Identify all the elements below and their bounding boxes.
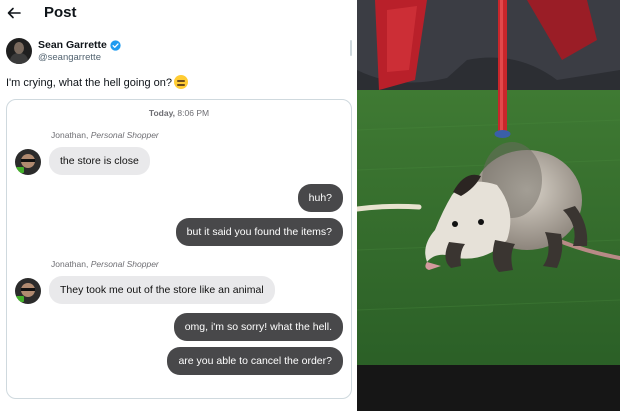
page-title: Post — [44, 4, 77, 21]
sender-label: Jonathan, Personal Shopper — [51, 259, 159, 269]
tweet-text: I'm crying, what the hell going on? — [6, 77, 172, 89]
shopper-avatar — [15, 149, 41, 175]
chat-timestamp: Today, 8:06 PM — [7, 108, 351, 118]
cart-icon — [16, 296, 24, 302]
tweet-body: I'm crying, what the hell going on? — [6, 75, 188, 89]
scrollbar[interactable] — [350, 40, 352, 56]
sender-role: Personal Shopper — [90, 130, 159, 140]
message-bubble-outgoing: huh? — [297, 184, 343, 212]
author-handle[interactable]: @seangarrette — [38, 52, 121, 63]
author-display-name[interactable]: Sean Garrette — [38, 39, 107, 51]
message-bubble-incoming: the store is close — [49, 147, 150, 175]
back-arrow-icon[interactable] — [6, 5, 22, 21]
message-bubble-outgoing: but it said you found the items? — [175, 218, 343, 246]
cart-icon — [16, 167, 24, 173]
avatar[interactable] — [6, 38, 32, 64]
timestamp-day: Today, — [148, 108, 176, 118]
message-bubble-incoming: They took me out of the store like an an… — [49, 276, 275, 304]
top-bar: Post — [0, 0, 357, 28]
timestamp-time: 8:06 PM — [177, 108, 210, 118]
message-bubble-outgoing: are you able to cancel the order? — [167, 347, 343, 375]
sender-label: Jonathan, Personal Shopper — [51, 130, 159, 140]
shopper-avatar — [15, 278, 41, 304]
opossum-photo[interactable] — [357, 0, 620, 411]
opossum-on-turf-image — [357, 0, 620, 411]
sender-role: Personal Shopper — [90, 259, 159, 269]
tweet-panel: Post Sean Garrette @seangarrette I'm cry… — [0, 0, 357, 411]
sender-name: Jonathan, — [51, 130, 89, 140]
sender-name: Jonathan, — [51, 259, 89, 269]
tweet-author[interactable]: Sean Garrette @seangarrette — [6, 38, 121, 64]
message-bubble-outgoing: omg, i'm so sorry! what the hell. — [173, 313, 343, 341]
crying-emoji-icon — [173, 75, 188, 89]
chat-screenshot[interactable]: Today, 8:06 PM Jonathan, Personal Shoppe… — [6, 99, 352, 399]
verified-badge-icon — [110, 39, 121, 51]
